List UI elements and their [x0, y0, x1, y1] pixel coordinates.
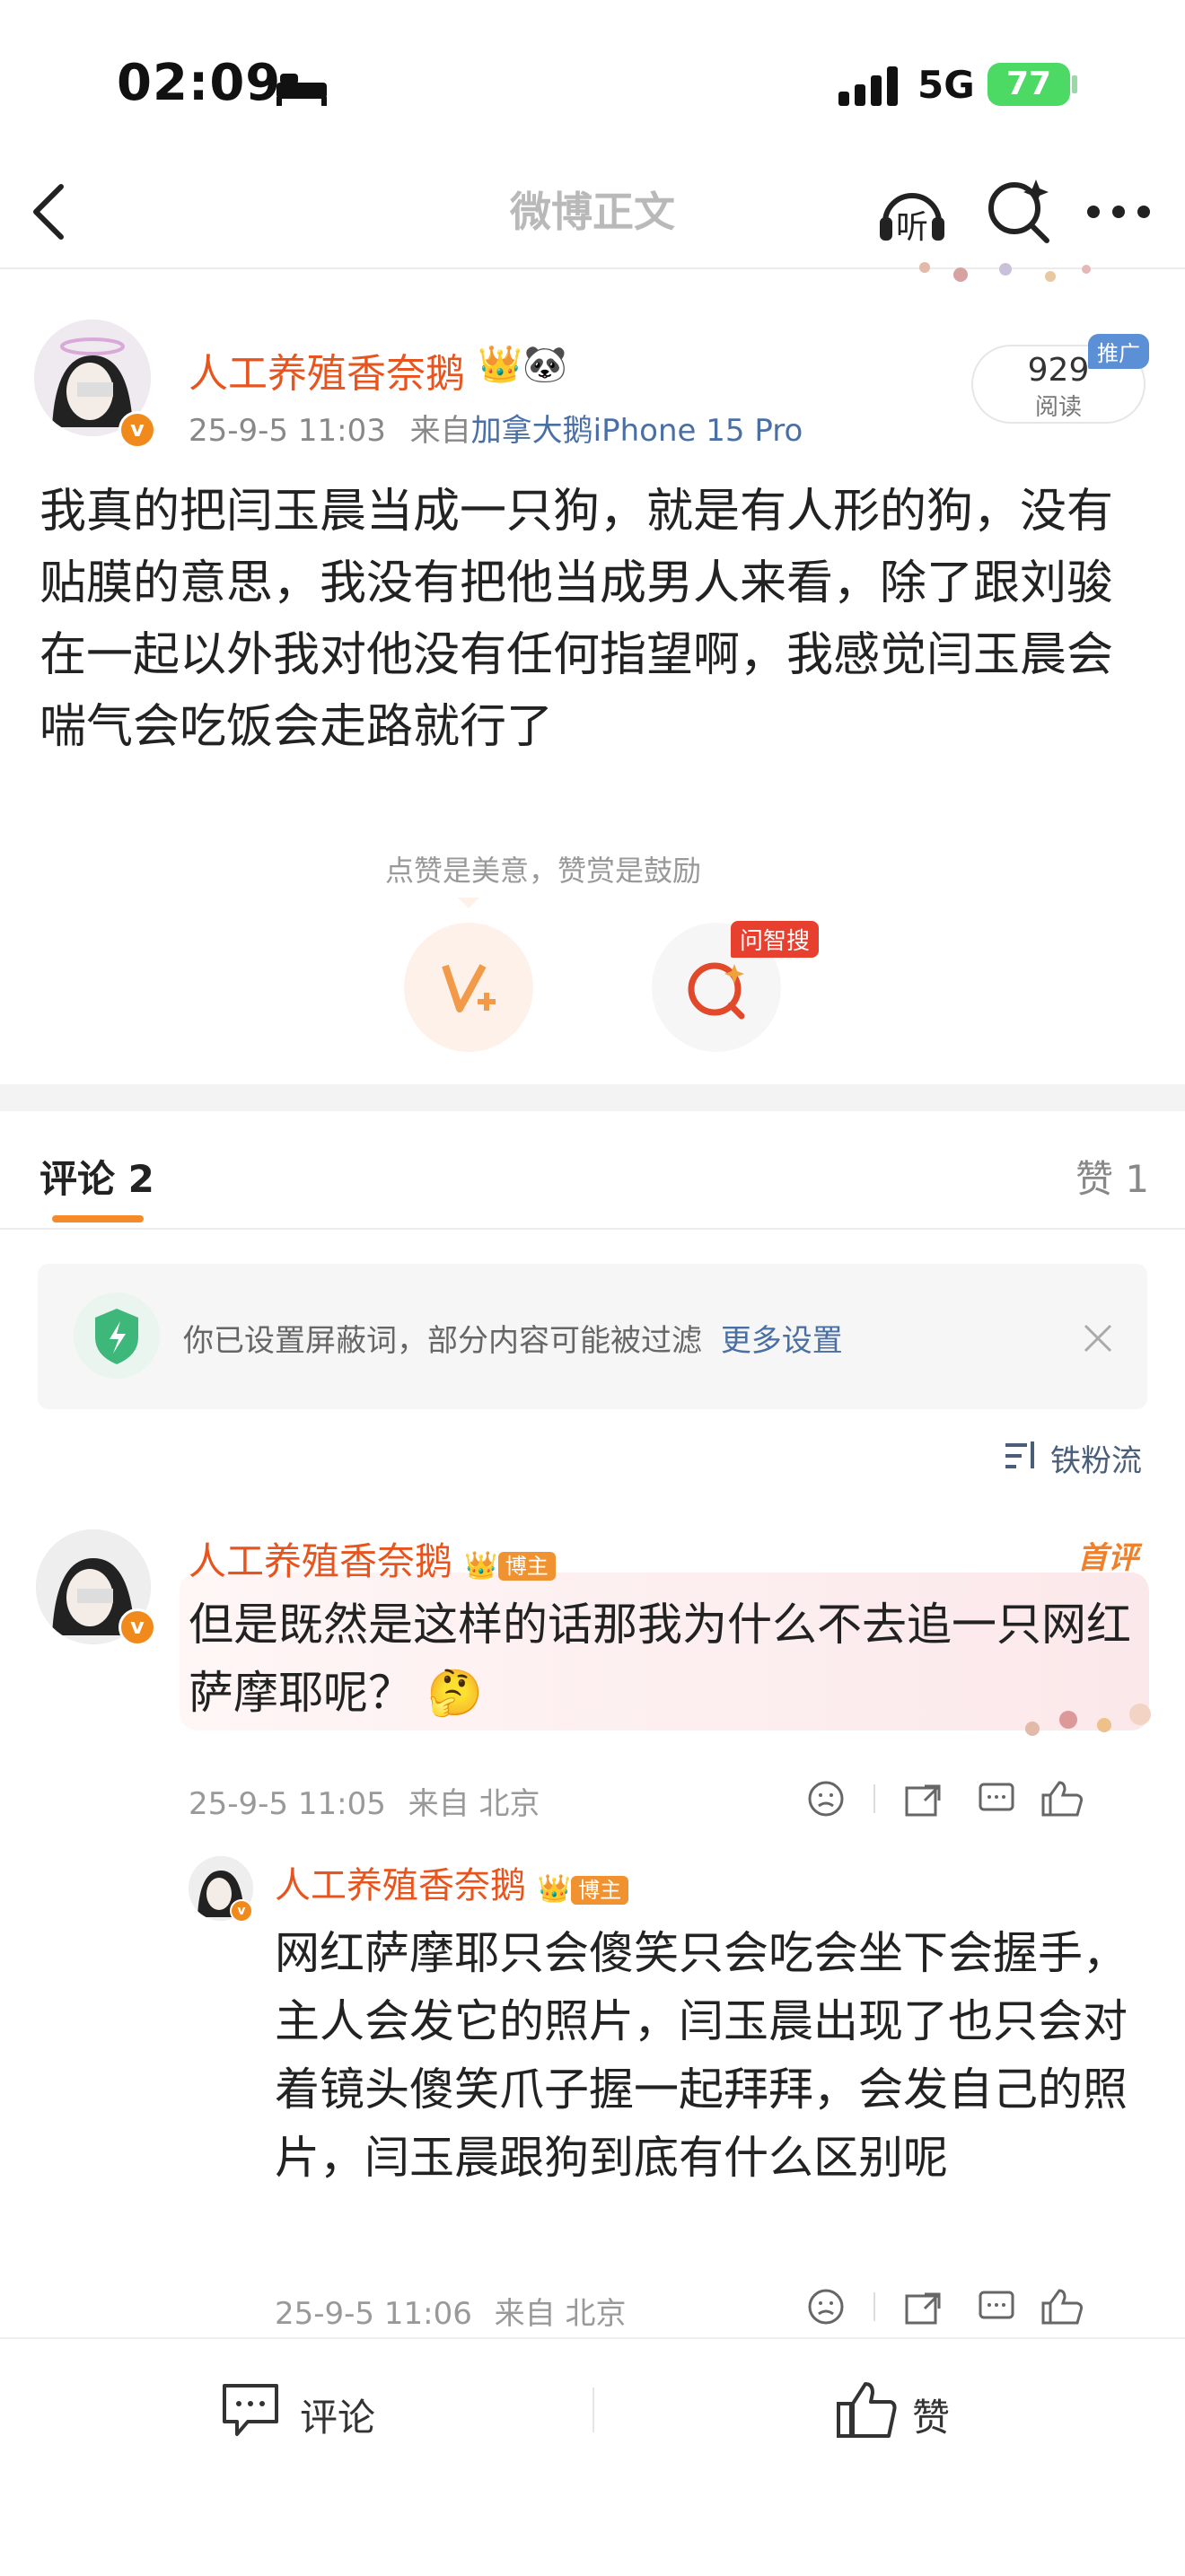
- signal-icon: [838, 66, 898, 106]
- reply-text: 网红萨摩耶只会傻笑只会吃会坐下会握手，主人会发它的照片，闫玉晨出现了也只会对着镜…: [275, 1927, 1128, 2184]
- reward-v-icon: [442, 964, 496, 1012]
- crown-badge-icon: 👑: [478, 344, 522, 385]
- filter-notice-text: 你已设置屏蔽词，部分内容可能被过滤 更多设置: [183, 1316, 843, 1360]
- reward-button[interactable]: [404, 923, 533, 1052]
- reply-author-name: 人工养殖香奈鹅: [275, 1865, 526, 1906]
- ad-tag: 推广: [1088, 334, 1149, 369]
- first-comment-tag: 首评: [1077, 1540, 1138, 1576]
- battery-tip: [1072, 75, 1077, 93]
- bottom-action-bar: [0, 2337, 1185, 2576]
- post-date: 25-9-5 11:03: [189, 413, 386, 449]
- crown-icon: 👑: [464, 1550, 498, 1582]
- tab-underline: [52, 1215, 144, 1222]
- close-icon[interactable]: [1083, 1323, 1113, 1354]
- dislike-icon: [808, 2289, 844, 2325]
- listen-label: 听: [896, 209, 929, 246]
- reply-icon: [979, 1783, 1014, 1811]
- reply-meta: 25-9-5 11:06 来自 北京: [275, 2289, 626, 2333]
- ai-search-icon[interactable]: [984, 176, 1052, 244]
- verified-badge: v: [118, 411, 156, 449]
- verified-badge: v: [230, 1899, 253, 1923]
- author-badge: 博主: [497, 1552, 556, 1581]
- network-type: 5G: [917, 63, 975, 107]
- like-icon: [1041, 1781, 1083, 1817]
- reward-hint: 点赞是美意，赞赏是鼓励: [384, 854, 701, 888]
- comment-actions: [808, 1781, 1083, 1817]
- decorative-flowers: [1025, 1704, 1151, 1736]
- sort-icon[interactable]: [1004, 1440, 1040, 1472]
- comment-icon: [223, 2384, 278, 2436]
- more-icon[interactable]: [1086, 203, 1151, 221]
- post-source-device[interactable]: 加拿大鹅iPhone 15 Pro: [471, 413, 803, 449]
- dislike-icon: [808, 1781, 844, 1817]
- sort-label[interactable]: 铁粉流: [1050, 1436, 1142, 1480]
- share-icon: [905, 1784, 941, 1817]
- like-button-label: 赞: [912, 2396, 951, 2440]
- more-settings-link[interactable]: 更多设置: [721, 1323, 843, 1359]
- post-meta: 25-9-5 11:03 来自加拿大鹅iPhone 15 Pro: [189, 406, 803, 450]
- comment-author[interactable]: 人工养殖香奈鹅 👑 博主: [189, 1531, 556, 1586]
- post-source-prefix: 来自: [409, 413, 471, 449]
- panda-badge-icon: 🐼: [522, 344, 567, 385]
- post-author-name[interactable]: 人工养殖香奈鹅: [189, 341, 465, 399]
- like-icon: [1041, 2289, 1083, 2325]
- tab-likes[interactable]: 赞 1: [1075, 1149, 1149, 1204]
- decorative-flowers: [919, 262, 1091, 282]
- status-time: 02:09: [117, 54, 282, 112]
- filter-notice-message: 你已设置屏蔽词，部分内容可能被过滤: [183, 1323, 702, 1359]
- share-icon: [905, 2292, 941, 2325]
- author-badge: 博主: [571, 1875, 629, 1905]
- post-text: 我真的把闫玉晨当成一只狗，就是有人形的狗，没有贴膜的意思，我没有把他当成男人来看…: [40, 485, 1114, 754]
- section-gap: [0, 1084, 1185, 1111]
- listen-button[interactable]: 听: [876, 176, 948, 248]
- reads-label: 阅读: [1034, 394, 1082, 421]
- comment-author-name: 人工养殖香奈鹅: [189, 1539, 453, 1583]
- comment-meta: 25-9-5 11:05 来自 北京: [189, 1779, 540, 1823]
- reply-actions: [808, 2289, 1083, 2325]
- comment-button-label: 评论: [300, 2396, 376, 2440]
- crown-icon: 👑: [537, 1873, 572, 1905]
- reply-date: 25-9-5 11:06: [275, 2296, 472, 2332]
- thumbs-up-icon: [837, 2382, 897, 2438]
- shield-icon: [74, 1292, 160, 1379]
- tab-comments[interactable]: 评论 2: [40, 1149, 154, 1204]
- reply-icon: [979, 2291, 1014, 2319]
- comment-date: 25-9-5 11:05: [189, 1786, 386, 1822]
- tabs-divider: [0, 1228, 1185, 1230]
- battery-level: 77: [988, 63, 1070, 106]
- reply-location: 来自 北京: [494, 2296, 627, 2332]
- comment-text: 但是既然是这样的话那我为什么不去追一只网红萨摩耶呢？ 🤔: [189, 1599, 1131, 1719]
- bottom-divider: [592, 2388, 594, 2432]
- ask-tag: 问智搜: [731, 921, 820, 958]
- hint-pointer: [458, 898, 479, 908]
- sleep-mode-icon: [276, 74, 327, 106]
- comment-location: 来自 北京: [408, 1786, 540, 1822]
- verified-badge: v: [118, 1608, 156, 1646]
- reply-author[interactable]: 人工养殖香奈鹅 👑 博主: [275, 1856, 629, 1908]
